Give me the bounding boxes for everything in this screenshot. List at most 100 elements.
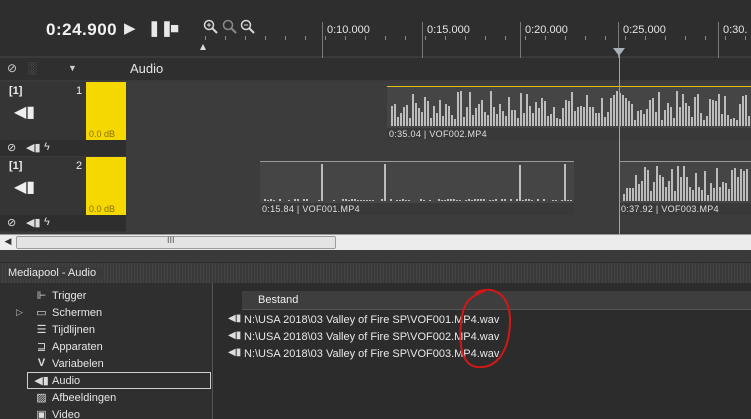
audio-clip[interactable]: 0:37.92 | VOF003.MP4 (619, 161, 751, 215)
mute-icon[interactable]: ⊘ (7, 61, 17, 75)
chevron-down-icon[interactable]: ▼ (68, 63, 77, 73)
waveform-bar (577, 107, 579, 126)
tree-item-label: Afbeeldingen (52, 392, 117, 404)
waveform-bar (547, 116, 549, 126)
stop-icon[interactable]: ■ (170, 20, 179, 38)
file-path: N:\USA 2018\03 Valley of Fire SP\VOF003.… (244, 348, 500, 360)
waveform-bar (445, 104, 447, 126)
tree-item-video[interactable]: ▣ Video (0, 407, 210, 419)
waveform-bar (418, 108, 420, 126)
horizontal-scrollbar[interactable]: ◀ III (0, 234, 751, 250)
waveform-bar (489, 200, 491, 201)
waveform-bar (451, 115, 453, 126)
waveform-bar (719, 187, 721, 201)
tree-item-audio[interactable]: ◀▮ Audio (27, 372, 211, 389)
tree-item-tijdlijnen[interactable]: ☰ Tijdlijnen (0, 322, 210, 339)
waveform-bar (701, 190, 703, 201)
file-row[interactable]: ◀▮ N:\USA 2018\03 Valley of Fire SP\VOF0… (228, 312, 748, 328)
waveform-bar (450, 199, 452, 201)
grip-icon: ░ (28, 61, 37, 75)
file-row[interactable]: ◀▮ N:\USA 2018\03 Valley of Fire SP\VOF0… (228, 329, 748, 345)
waveform-bar (517, 118, 519, 126)
clip-label: 0:35.04 | VOF002.MP4 (389, 129, 487, 139)
waveform-bar (644, 167, 646, 201)
scroll-left-arrow-icon[interactable]: ◀ (2, 236, 14, 249)
waveform-bar (492, 200, 494, 201)
clip-label: 0:15.84 | VOF001.MP4 (262, 204, 360, 214)
tree-item-schermen[interactable]: ▷ ▭ Schermen (0, 305, 210, 322)
waveform-bar (737, 177, 739, 201)
ruler-minor-tick (225, 36, 226, 40)
waveform-bar (541, 98, 543, 126)
waveform-bar (267, 200, 269, 201)
waveform-bar (652, 98, 654, 126)
scroll-grip: III (167, 235, 175, 245)
waveform-bar (399, 200, 401, 201)
waveform-bar (538, 108, 540, 126)
waveform-bar (351, 199, 353, 201)
audio-track-2[interactable]: [1] 2 ◀▮ 0.0 dB ⊘ ◀▮ ϟ 0:15.84 | VOF001.… (0, 157, 751, 232)
playhead-line[interactable] (619, 52, 620, 248)
waveform-bar (727, 115, 729, 126)
waveform-bar (629, 188, 631, 201)
waveform-bar (734, 168, 736, 201)
waveform-bar (531, 200, 533, 201)
waveform-bar (400, 113, 402, 126)
waveform-bar (420, 199, 422, 201)
waveform-bar (643, 114, 645, 126)
audio-file-icon: ◀▮ (228, 330, 242, 341)
tree-item-trigger[interactable]: ⊩ Trigger (0, 288, 210, 305)
waveform-bar (742, 96, 744, 126)
speaker-icon[interactable]: ◀▮ (26, 141, 41, 154)
audio-clip[interactable]: 0:15.84 | VOF001.MP4 (260, 161, 574, 215)
waveform-bar (733, 118, 735, 126)
expand-icon[interactable]: ▷ (16, 307, 23, 318)
waveform-bar (510, 199, 512, 201)
ruler-tick-label: 0:15.000 (427, 24, 470, 36)
waveform-bar (689, 187, 691, 201)
mute-icon[interactable]: ⊘ (7, 216, 16, 229)
column-header-bestand[interactable]: Bestand (242, 291, 751, 310)
audio-clip[interactable]: 0:35.04 | VOF002.MP4 (387, 86, 751, 140)
ruler-minor-tick (345, 36, 346, 40)
waveform-bar (665, 187, 667, 201)
waveform-bar (580, 106, 582, 126)
waveform-bar (571, 92, 573, 126)
time-ruler[interactable]: 0:10.000 0:15.000 0:20.000 0:25.000 0:30… (200, 16, 751, 62)
file-path: N:\USA 2018\03 Valley of Fire SP\VOF001.… (244, 314, 500, 326)
audio-track-1[interactable]: [1] 1 ◀▮ 0.0 dB ⊘ ◀▮ ϟ 0:35.04 | VOF002.… (0, 82, 751, 156)
tree-item-afbeeldingen[interactable]: ▨ Afbeeldingen (0, 390, 210, 407)
waveform-bar (637, 111, 639, 126)
screens-icon: ▭ (36, 307, 47, 319)
file-row[interactable]: ◀▮ N:\USA 2018\03 Valley of Fire SP\VOF0… (228, 346, 748, 362)
waveform-bar (634, 120, 636, 126)
tree-item-apparaten[interactable]: ⊒ Apparaten (0, 339, 210, 356)
tree-item-label: Video (52, 409, 80, 419)
mute-icon[interactable]: ⊘ (7, 141, 16, 154)
scrollbar-thumb[interactable]: III (16, 235, 336, 249)
speaker-icon[interactable]: ◀▮ (26, 216, 41, 229)
waveform-bar (655, 112, 657, 126)
waveform-bar (698, 187, 700, 201)
trigger-icon: ⊩ (36, 290, 47, 302)
waveform-bar (348, 200, 350, 201)
waveform-bar (444, 200, 446, 201)
lightning-icon[interactable]: ϟ (44, 216, 50, 228)
waveform-bar (519, 165, 521, 201)
ruler-minor-tick (745, 36, 746, 40)
track-footer: ⊘ ◀▮ ϟ (0, 215, 126, 231)
waveform-bar (656, 166, 658, 201)
waveform-bar (553, 107, 555, 126)
waveform-bar (469, 92, 471, 126)
ruler-minor-tick (445, 36, 446, 40)
ruler-minor-tick (205, 36, 206, 40)
waveform-bar (695, 173, 697, 201)
lightning-icon[interactable]: ϟ (44, 141, 50, 153)
clip-label: 0:37.92 | VOF003.MP4 (621, 204, 719, 214)
waveform-bar (454, 119, 456, 126)
waveform-bar (610, 98, 612, 126)
play-icon[interactable]: ▶ (124, 20, 136, 38)
waveform-bar (511, 110, 513, 126)
tree-item-variabelen[interactable]: V Variabelen (0, 356, 210, 373)
ruler-minor-tick (385, 36, 386, 40)
